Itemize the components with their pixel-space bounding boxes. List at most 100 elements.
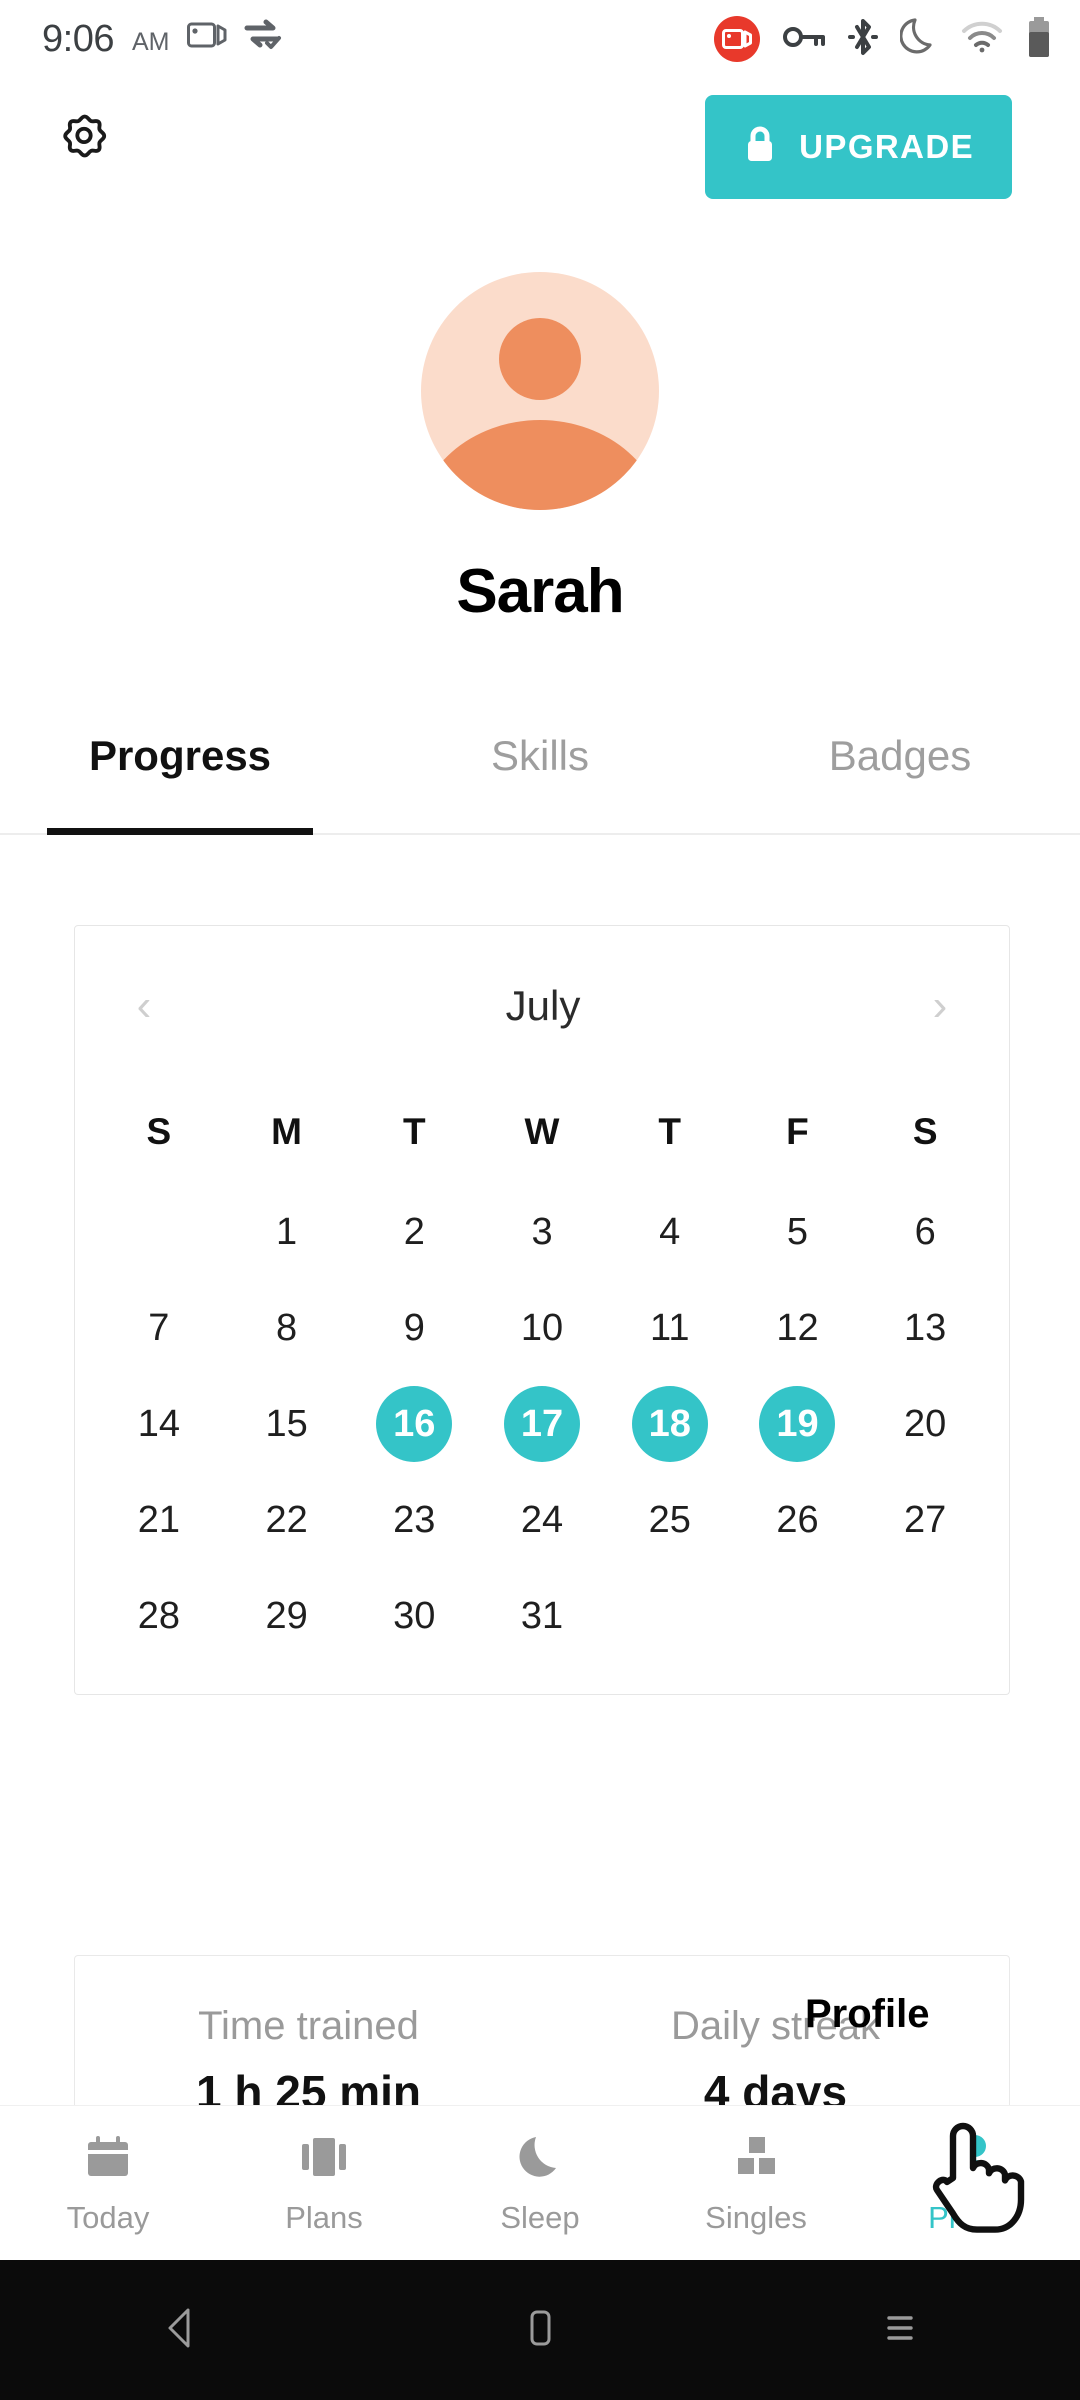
app-screen: 9:06 AM UPGRADE Sarah Progress Skills Ba…	[0, 0, 1080, 2400]
upgrade-button[interactable]: UPGRADE	[705, 95, 1012, 199]
do-not-disturb-moon-icon	[899, 16, 938, 63]
blocks-icon	[728, 2130, 784, 2186]
tab-badges[interactable]: Badges	[720, 710, 1080, 833]
screen-record-icon	[187, 20, 227, 55]
moon-icon	[512, 2130, 568, 2186]
calendar-day-cell[interactable]: 24	[478, 1472, 606, 1568]
calendar-day-cell[interactable]: 29	[223, 1568, 351, 1664]
calendar-day-cell[interactable]: 28	[95, 1568, 223, 1664]
calendar-day-cell[interactable]: 22	[223, 1472, 351, 1568]
vpn-key-icon	[782, 24, 826, 55]
calendar-day-cell[interactable]: 5	[734, 1184, 862, 1280]
weekday-cell: T	[658, 1111, 682, 1152]
calendar-day-cell[interactable]: 11	[606, 1280, 734, 1376]
settings-button[interactable]	[46, 100, 122, 176]
tab-skills[interactable]: Skills	[360, 710, 720, 833]
calendar-day-cell[interactable]: 14	[95, 1376, 223, 1472]
calendar-day-cell[interactable]: 10	[478, 1280, 606, 1376]
back-triangle-icon	[158, 2304, 202, 2357]
nav-item-singles[interactable]: Singles	[648, 2130, 864, 2236]
stat-label: Time trained	[198, 2004, 419, 2048]
stat-time-trained: Time trained 1 h 25 min	[75, 1956, 542, 2114]
calendar-day-number: 6	[914, 1210, 936, 1253]
calendar-day-cell[interactable]: 9	[350, 1280, 478, 1376]
app-top-bar: UPGRADE	[0, 78, 1080, 199]
calendar-day-number: 22	[265, 1498, 308, 1541]
chevron-right-icon[interactable]: ›	[915, 983, 965, 1028]
status-bar-notification-icons	[187, 19, 283, 56]
calendar-week-row: 1 2 3 4 5 6	[95, 1184, 989, 1280]
weekday-cell: F	[786, 1111, 809, 1152]
calendar-week-row: 28 29 30 31	[95, 1568, 989, 1664]
calendar-day-cell[interactable]: 4	[606, 1184, 734, 1280]
calendar-day-number: 3	[531, 1210, 553, 1253]
calendar-day-number: 31	[520, 1594, 564, 1637]
calendar-day-cell[interactable]: 15	[223, 1376, 351, 1472]
calendar-weeks: 1 2 3 4 5 6 7 8 9 10 11 12 13 14 15 16 17 18 19 20 21 22 23 24 2…	[95, 1184, 989, 1664]
calendar-day-cell[interactable]: 30	[350, 1568, 478, 1664]
calendar-day-cell[interactable]: 1	[223, 1184, 351, 1280]
calendar-day-highlighted: 16	[376, 1386, 453, 1462]
calendar-day-cell[interactable]: 31	[478, 1568, 606, 1664]
cards-stack-icon	[296, 2130, 352, 2186]
calendar-week-row: 14 15 16 17 18 19 20	[95, 1376, 989, 1472]
nav-item-plans[interactable]: Plans	[216, 2130, 432, 2236]
chevron-left-icon[interactable]: ‹	[119, 983, 169, 1028]
weekday-cell: S	[912, 1111, 938, 1152]
lock-icon	[743, 124, 777, 171]
status-bar-system-icons	[714, 16, 1052, 63]
calendar-day-number: 12	[776, 1306, 819, 1349]
nav-item-sleep-label: Sleep	[500, 2200, 580, 2235]
status-bar: 9:06 AM	[0, 0, 1080, 78]
calendar-day-cell[interactable]: 20	[861, 1376, 989, 1472]
calendar-day-cell[interactable]: 27	[861, 1472, 989, 1568]
android-recents-button[interactable]	[840, 2260, 960, 2400]
calendar-day-cell[interactable]: 3	[478, 1184, 606, 1280]
calendar-day-cell[interactable]: 21	[95, 1472, 223, 1568]
status-bar-left: 9:06 AM	[42, 18, 283, 60]
calendar-grid: S M T W T F S 1 2 3 4 5 6 7 8 9 10 11 12 13 14 15 16 17 1…	[74, 1080, 1010, 1695]
data-transfer-check-icon	[243, 19, 283, 56]
calendar-day-number: 7	[148, 1306, 170, 1349]
nav-item-today-label: Today	[66, 2200, 150, 2235]
avatar-body-shape	[421, 420, 659, 510]
calendar-day-number: 9	[403, 1306, 425, 1349]
calendar-day-number: 5	[786, 1210, 809, 1253]
status-bar-ampm: AM	[131, 28, 170, 56]
calendar-empty-cell	[95, 1184, 223, 1280]
weekday-cell: S	[146, 1111, 172, 1152]
calendar-day-cell[interactable]: 26	[734, 1472, 862, 1568]
android-home-button[interactable]	[480, 2260, 600, 2400]
nav-item-sleep[interactable]: Sleep	[432, 2130, 648, 2236]
calendar-day-cell[interactable]: 19	[734, 1376, 862, 1472]
calendar-week-row: 21 22 23 24 25 26 27	[95, 1472, 989, 1568]
calendar-day-number: 2	[403, 1210, 425, 1253]
calendar-day-number: 28	[137, 1594, 180, 1637]
calendar-day-cell[interactable]: 7	[95, 1280, 223, 1376]
calendar-day-cell[interactable]: 17	[478, 1376, 606, 1472]
tab-progress[interactable]: Progress	[0, 710, 360, 833]
calendar-weekday-row: S M T W T F S	[95, 1080, 989, 1184]
calendar-day-cell[interactable]: 8	[223, 1280, 351, 1376]
calendar-day-cell[interactable]: 2	[350, 1184, 478, 1280]
avatar[interactable]	[421, 272, 659, 510]
status-bar-clock: 9:06	[42, 18, 114, 60]
calendar-day-cell[interactable]: 16	[350, 1376, 478, 1472]
calendar-month-label: July	[505, 981, 581, 1029]
calendar-day-number: 26	[776, 1498, 819, 1541]
calendar-day-cell[interactable]: 12	[734, 1280, 862, 1376]
android-back-button[interactable]	[120, 2260, 240, 2400]
home-square-icon	[520, 2304, 560, 2357]
calendar-day-cell[interactable]: 6	[861, 1184, 989, 1280]
nav-item-today[interactable]: Today	[0, 2130, 216, 2236]
calendar-month-header: ‹ July ›	[75, 926, 1009, 1086]
calendar-day-cell[interactable]: 25	[606, 1472, 734, 1568]
calendar-day-number: 24	[520, 1498, 564, 1541]
calendar-day-cell[interactable]: 18	[606, 1376, 734, 1472]
upgrade-button-label: UPGRADE	[799, 128, 974, 165]
calendar-day-cell[interactable]: 23	[350, 1472, 478, 1568]
calendar-day-cell[interactable]: 13	[861, 1280, 989, 1376]
weekday-cell: W	[524, 1111, 560, 1152]
calendar-day-number: 20	[904, 1402, 947, 1445]
calendar-empty-cell	[734, 1568, 862, 1664]
